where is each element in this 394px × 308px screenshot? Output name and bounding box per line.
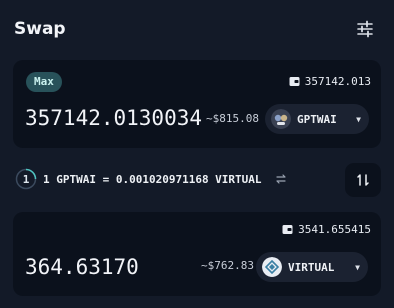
to-token-select[interactable]: VIRTUAL ▼ <box>256 252 368 282</box>
to-balance: 3541.655415 <box>282 223 371 236</box>
from-amount-input[interactable] <box>25 106 213 130</box>
exchange-rate-text: 1 GPTWAI = 0.001020971168 VIRTUAL <box>43 172 262 186</box>
chevron-down-icon: ▼ <box>355 262 360 272</box>
chevron-down-icon: ▼ <box>356 114 361 124</box>
timer-value: 1 <box>23 173 30 186</box>
to-token-label: VIRTUAL <box>288 260 335 274</box>
gptwai-logo-icon <box>271 109 291 129</box>
max-button[interactable]: Max <box>26 72 62 92</box>
switch-tokens-button[interactable] <box>345 163 381 197</box>
from-usd-value: ~$815.08 <box>206 112 259 125</box>
to-amount-input[interactable] <box>25 255 205 279</box>
from-balance-value: 357142.013 <box>304 75 371 88</box>
timer-icon: 1 <box>15 168 37 190</box>
from-panel: Max 357142.013 ~$815.08 GPTWAI ▼ <box>13 60 381 148</box>
to-balance-value: 3541.655415 <box>298 223 371 236</box>
page-title: Swap <box>14 19 66 39</box>
from-token-label: GPTWAI <box>297 112 337 126</box>
refresh-icon[interactable] <box>274 172 288 186</box>
wallet-icon <box>282 225 293 234</box>
from-token-select[interactable]: GPTWAI ▼ <box>265 104 369 134</box>
sliders-icon[interactable] <box>356 20 374 38</box>
from-balance: 357142.013 <box>289 75 371 88</box>
to-usd-value: ~$762.83 <box>201 259 254 272</box>
exchange-rate-row: 1 1 GPTWAI = 0.001020971168 VIRTUAL <box>15 168 288 190</box>
wallet-icon <box>289 77 300 86</box>
virtual-logo-icon <box>262 257 282 277</box>
to-panel: 3541.655415 ~$762.83 VIRTUAL ▼ <box>13 212 381 296</box>
swap-arrows-icon <box>357 174 369 186</box>
